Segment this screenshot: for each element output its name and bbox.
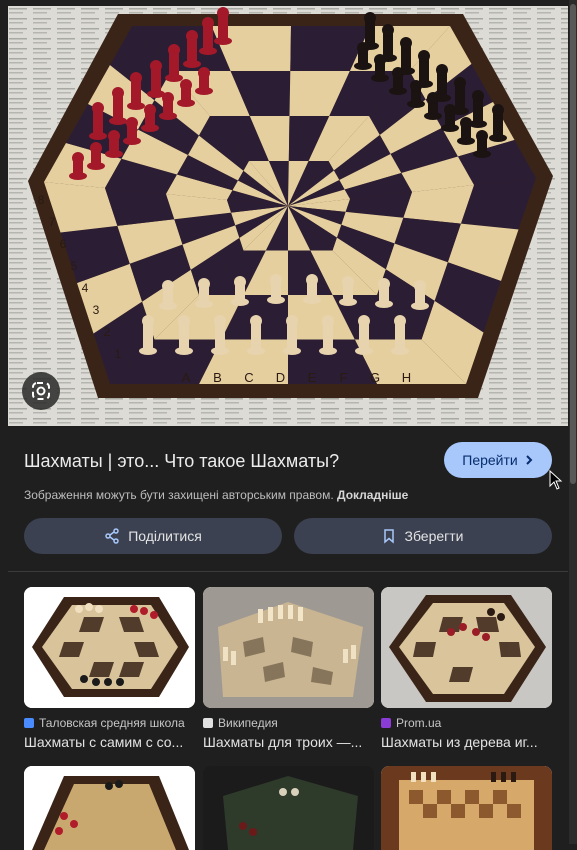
related-card[interactable]: [203, 766, 374, 850]
goto-label: Перейти: [462, 452, 518, 468]
board-number: 4: [82, 281, 89, 295]
save-button[interactable]: Зберегти: [294, 518, 552, 554]
board-letter: C: [244, 370, 253, 385]
share-icon: [105, 528, 119, 544]
related-thumbnail[interactable]: [203, 766, 374, 850]
copyright-text: Зображення можуть бути захищені авторськ…: [24, 488, 334, 502]
share-label: Поділитися: [128, 528, 202, 544]
board-number: 8: [38, 193, 45, 207]
related-caption[interactable]: Шахматы с самим с со...: [24, 734, 195, 750]
save-label: Зберегти: [404, 528, 464, 544]
visual-search-button[interactable]: [22, 372, 60, 410]
related-thumbnail[interactable]: [24, 587, 195, 708]
site-favicon-icon: [381, 718, 391, 728]
related-thumbnail[interactable]: [381, 587, 552, 708]
thumbnail-image: [203, 587, 374, 708]
related-thumbnail[interactable]: [203, 587, 374, 708]
related-card[interactable]: Prom.ua Шахматы из дерева иг...: [381, 587, 552, 750]
source-name: Таловская средняя школа: [39, 716, 185, 730]
related-card[interactable]: [24, 766, 195, 850]
board-number: 1: [115, 347, 122, 361]
site-favicon-icon: [203, 718, 213, 728]
image-preview-panel: A B C D E F G H 12345678 Шахматы | это... Что та…: [8, 6, 568, 850]
learn-more-link[interactable]: Докладніше: [337, 488, 408, 502]
related-thumbnail[interactable]: [24, 766, 195, 850]
related-card[interactable]: Википедия Шахматы для троих —...: [203, 587, 374, 750]
copyright-notice: Зображення можуть бути захищені авторськ…: [24, 488, 408, 502]
board-number: 2: [104, 325, 111, 339]
board-number: 6: [60, 237, 67, 251]
source-name: Prom.ua: [396, 716, 442, 730]
site-favicon-icon: [24, 718, 34, 728]
share-button[interactable]: Поділитися: [24, 518, 282, 554]
chess-board-photo: A B C D E F G H 12345678: [8, 6, 568, 426]
divider: [8, 571, 568, 572]
related-source: Википедия: [203, 716, 374, 730]
board-number: 5: [71, 259, 78, 273]
scrollbar[interactable]: [569, 0, 577, 844]
related-card[interactable]: Таловская средняя школа Шахматы с самим …: [24, 587, 195, 750]
board-letter: F: [340, 370, 348, 385]
related-caption[interactable]: Шахматы из дерева иг...: [381, 734, 552, 750]
board-letter: D: [276, 370, 285, 385]
related-caption[interactable]: Шахматы для троих —...: [203, 734, 374, 750]
goto-button[interactable]: Перейти: [444, 442, 552, 478]
thumbnail-image: [381, 587, 552, 708]
board-number: 3: [93, 303, 100, 317]
thumbnail-image: [24, 766, 195, 850]
bookmark-icon: [384, 529, 395, 544]
board-letter: G: [370, 370, 380, 385]
mouse-cursor-icon: [549, 470, 563, 490]
board-number: 7: [49, 215, 56, 229]
related-card[interactable]: [381, 766, 552, 850]
board-letter: H: [402, 370, 411, 385]
source-name: Википедия: [218, 716, 278, 730]
lens-icon: [32, 382, 50, 400]
board-letter: B: [213, 370, 222, 385]
thumbnail-image: [381, 766, 552, 850]
thumbnail-image: [24, 587, 195, 708]
thumbnail-image: [203, 766, 374, 850]
board-letter: A: [182, 370, 191, 385]
scrollbar-thumb[interactable]: [570, 4, 576, 484]
board-letter: E: [308, 370, 317, 385]
related-source: Таловская средняя школа: [24, 716, 195, 730]
related-thumbnail[interactable]: [381, 766, 552, 850]
preview-image[interactable]: A B C D E F G H 12345678: [8, 6, 568, 426]
chevron-right-icon: [526, 455, 533, 465]
result-title-row: Шахматы | это... Что такое Шахматы? Пере…: [24, 442, 552, 482]
related-source: Prom.ua: [381, 716, 552, 730]
result-title[interactable]: Шахматы | это... Что такое Шахматы?: [24, 451, 339, 472]
